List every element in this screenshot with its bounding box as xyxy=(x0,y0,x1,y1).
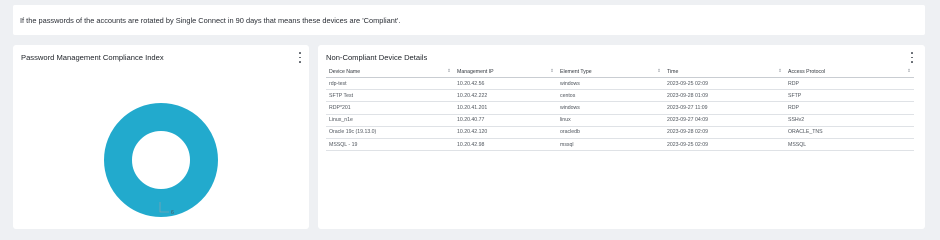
donut-svg: 6 xyxy=(104,103,218,217)
cell-management-ip: 10.20.42.120 xyxy=(454,126,557,139)
cell-device-name: rdp-test xyxy=(326,77,454,91)
column-header-device-name[interactable]: Device Name ⇕ xyxy=(326,66,454,78)
devices-card-menu-icon[interactable] xyxy=(909,52,915,63)
devices-table: Device Name ⇕ Management IP ⇕ Element Type… xyxy=(326,66,914,152)
cell-time: 2023-09-25 02:09 xyxy=(664,77,785,91)
cell-management-ip: 10.20.42.56 xyxy=(454,77,557,91)
cell-time: 2023-09-27 11:09 xyxy=(664,101,785,115)
cell-element-type: linux xyxy=(557,114,664,127)
donut-slice[interactable] xyxy=(104,103,218,217)
cell-element-type: oracledb xyxy=(557,126,664,139)
column-header-label: Access Protocol xyxy=(788,68,826,75)
compliance-index-card: Password Management Compliance Index 6 xyxy=(13,45,309,229)
cell-time: 2023-09-27 04:09 xyxy=(664,114,785,127)
column-header-management-ip[interactable]: Management IP ⇕ xyxy=(454,66,557,78)
cell-access-protocol: RDP xyxy=(785,77,914,91)
cell-element-type: windows xyxy=(557,77,664,91)
table-header-row: Device Name ⇕ Management IP ⇕ Element Type… xyxy=(326,66,914,78)
cell-management-ip: 10.20.40.77 xyxy=(454,114,557,127)
banner-text: If the passwords of the accounts are rot… xyxy=(20,15,401,25)
column-header-element-type[interactable]: Element Type ⇕ xyxy=(557,66,664,78)
cell-time: 2023-09-25 02:09 xyxy=(664,138,785,152)
cell-management-ip: 10.20.42.98 xyxy=(454,138,557,152)
cell-device-name: RDP*201 xyxy=(326,101,454,115)
non-compliant-devices-card: Non-Compliant Device Details Device Name… xyxy=(318,45,925,229)
table-row[interactable]: Oracle 19c (19.13.0) 10.20.42.120 oracle… xyxy=(326,126,914,139)
cell-management-ip: 10.20.42.222 xyxy=(454,89,557,103)
cell-access-protocol: RDP xyxy=(785,101,914,115)
devices-card-title: Non-Compliant Device Details xyxy=(326,53,428,62)
cell-element-type: windows xyxy=(557,101,664,115)
compliance-donut-chart: 6 xyxy=(13,45,309,229)
donut-label: 6 xyxy=(171,210,174,216)
cell-device-name: Oracle 19c (19.13.0) xyxy=(326,126,454,139)
cell-device-name: SFTP Test xyxy=(326,89,454,103)
cell-device-name: Linux_n1e xyxy=(326,114,454,127)
column-header-time[interactable]: Time ⇕ xyxy=(664,66,785,78)
column-header-access-protocol[interactable]: Access Protocol ⇕ xyxy=(785,66,914,78)
column-header-label: Time xyxy=(667,68,679,75)
cell-access-protocol: ORACLE_TNS xyxy=(785,126,914,139)
table-row[interactable]: RDP*201 10.20.41.201 windows 2023-09-27 … xyxy=(326,101,914,115)
sort-icon[interactable]: ⇕ xyxy=(778,68,782,74)
cell-element-type: mssql xyxy=(557,138,664,152)
sort-icon[interactable]: ⇕ xyxy=(657,68,661,74)
sort-icon[interactable]: ⇕ xyxy=(550,68,554,74)
sort-icon[interactable]: ⇕ xyxy=(907,68,911,74)
cell-management-ip: 10.20.41.201 xyxy=(454,101,557,115)
cell-time: 2023-09-28 01:09 xyxy=(664,89,785,103)
table-row[interactable]: SFTP Test 10.20.42.222 centos 2023-09-28… xyxy=(326,89,914,103)
cell-time: 2023-09-28 02:09 xyxy=(664,126,785,139)
sort-icon[interactable]: ⇕ xyxy=(447,68,451,74)
table-row[interactable]: Linux_n1e 10.20.40.77 linux 2023-09-27 0… xyxy=(326,114,914,127)
column-header-label: Element Type xyxy=(560,68,592,75)
cell-access-protocol: MSSQL xyxy=(785,138,914,152)
table-row[interactable]: MSSQL - 19 10.20.42.98 mssql 2023-09-25 … xyxy=(326,138,914,152)
column-header-label: Device Name xyxy=(329,68,361,75)
cell-access-protocol: SFTP xyxy=(785,89,914,103)
cell-device-name: MSSQL - 19 xyxy=(326,138,454,152)
cell-element-type: centos xyxy=(557,89,664,103)
info-banner: If the passwords of the accounts are rot… xyxy=(13,5,925,35)
cell-access-protocol: SSHv2 xyxy=(785,114,914,127)
column-header-label: Management IP xyxy=(457,68,494,75)
table-row[interactable]: rdp-test 10.20.42.56 windows 2023-09-25 … xyxy=(326,77,914,91)
